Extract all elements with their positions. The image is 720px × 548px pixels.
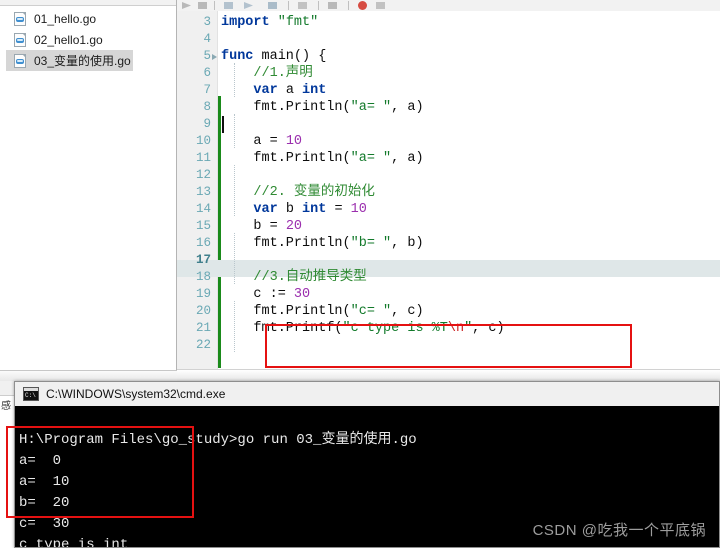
run-icon[interactable] [182, 2, 191, 9]
code-line[interactable]: fmt.Println("a= ", a) [221, 99, 720, 116]
toolbar-divider [288, 1, 289, 10]
code-line[interactable]: fmt.Println("b= ", b) [221, 235, 720, 252]
code-text-area[interactable]: import "fmt" func main() { //1.声明 var a … [221, 11, 720, 369]
step-over-icon[interactable] [244, 2, 253, 9]
code-line[interactable]: //3.自动推导类型 [221, 269, 720, 286]
line-number: 16 [195, 236, 211, 250]
code-line[interactable]: import "fmt" [221, 14, 720, 31]
line-number: 15 [195, 219, 211, 233]
sidebar-top-strip [0, 0, 176, 6]
line-number: 10 [195, 134, 211, 148]
line-number: 8 [203, 100, 211, 114]
code-editor[interactable]: 3 4 5 6 7 8 9 10 11 12 13 14 15 16 17 18… [177, 11, 720, 369]
stop-icon[interactable] [198, 2, 207, 9]
line-number: 6 [203, 66, 211, 80]
line-number: 7 [203, 83, 211, 97]
code-line[interactable]: //1.声明 [221, 65, 720, 82]
code-line[interactable] [221, 31, 720, 48]
screenshot-root: 01_hello.go 02_hello1.go 03_变量的使用.go 3 4… [0, 0, 720, 548]
code-line[interactable]: fmt.Println("a= ", a) [221, 150, 720, 167]
file-name-label: 02_hello1.go [34, 32, 103, 47]
go-file-icon [14, 32, 26, 47]
line-number: 4 [203, 32, 211, 46]
debug-icon[interactable] [224, 2, 233, 9]
sidebar-bottom-strip [0, 370, 177, 381]
line-number: 5 [203, 49, 211, 63]
line-number: 22 [195, 338, 211, 352]
code-annotation-box [265, 324, 632, 368]
csdn-watermark: CSDN @吃我一个平底锅 [532, 522, 706, 539]
cmd-icon-text: C:\ [25, 392, 36, 399]
line-number: 12 [195, 168, 211, 182]
copy-icon[interactable] [298, 2, 307, 9]
line-number: 13 [195, 185, 211, 199]
go-file-icon [14, 53, 26, 68]
toolbar-divider [348, 1, 349, 10]
console-title-label: C:\WINDOWS\system32\cmd.exe [46, 387, 226, 401]
code-line[interactable] [221, 116, 720, 133]
console-title-bar[interactable]: C:\ C:\WINDOWS\system32\cmd.exe [15, 382, 719, 406]
file-name-label: 01_hello.go [34, 11, 97, 26]
settings-icon[interactable] [328, 2, 337, 9]
line-number: 14 [195, 202, 211, 216]
line-number: 20 [195, 304, 211, 318]
editor-bottom-strip [177, 369, 720, 381]
console-line: c type is int [19, 537, 129, 547]
line-number: 9 [203, 117, 211, 131]
code-line-current[interactable] [221, 252, 720, 269]
line-number: 21 [195, 321, 211, 335]
code-fold-icon[interactable] [212, 54, 217, 60]
console-annotation-box [6, 426, 194, 518]
file-tree-item[interactable]: 01_hello.go [0, 8, 176, 29]
code-line[interactable]: c := 30 [221, 286, 720, 303]
cmd-icon: C:\ [23, 387, 39, 401]
code-line[interactable]: //2. 变量的初始化 [221, 184, 720, 201]
ide-window: 01_hello.go 02_hello1.go 03_变量的使用.go 3 4… [0, 0, 720, 381]
code-line[interactable] [221, 167, 720, 184]
file-tree-item-selected[interactable]: 03_变量的使用.go [0, 50, 176, 71]
more-icon[interactable] [376, 2, 385, 9]
line-number: 3 [203, 15, 211, 29]
code-line[interactable]: fmt.Println("c= ", c) [221, 303, 720, 320]
line-number-current: 17 [195, 253, 211, 267]
toolbar-divider [318, 1, 319, 10]
code-line[interactable]: b = 20 [221, 218, 720, 235]
code-line[interactable]: a = 10 [221, 133, 720, 150]
file-tree-item[interactable]: 02_hello1.go [0, 29, 176, 50]
line-number: 18 [195, 270, 211, 284]
step-into-icon[interactable] [268, 2, 277, 9]
file-name-label: 03_变量的使用.go [34, 54, 131, 68]
project-file-tree[interactable]: 01_hello.go 02_hello1.go 03_变量的使用.go [0, 0, 177, 370]
record-icon[interactable] [358, 1, 367, 10]
peek-toolbar [0, 381, 14, 396]
go-file-icon [14, 11, 26, 26]
line-number: 19 [195, 287, 211, 301]
line-number: 11 [195, 151, 211, 165]
toolbar-divider [214, 1, 215, 10]
code-line[interactable]: var a int [221, 82, 720, 99]
peek-tool-label: 感 [1, 401, 11, 412]
code-line[interactable]: var b int = 10 [221, 201, 720, 218]
code-line[interactable]: func main() { [221, 48, 720, 65]
